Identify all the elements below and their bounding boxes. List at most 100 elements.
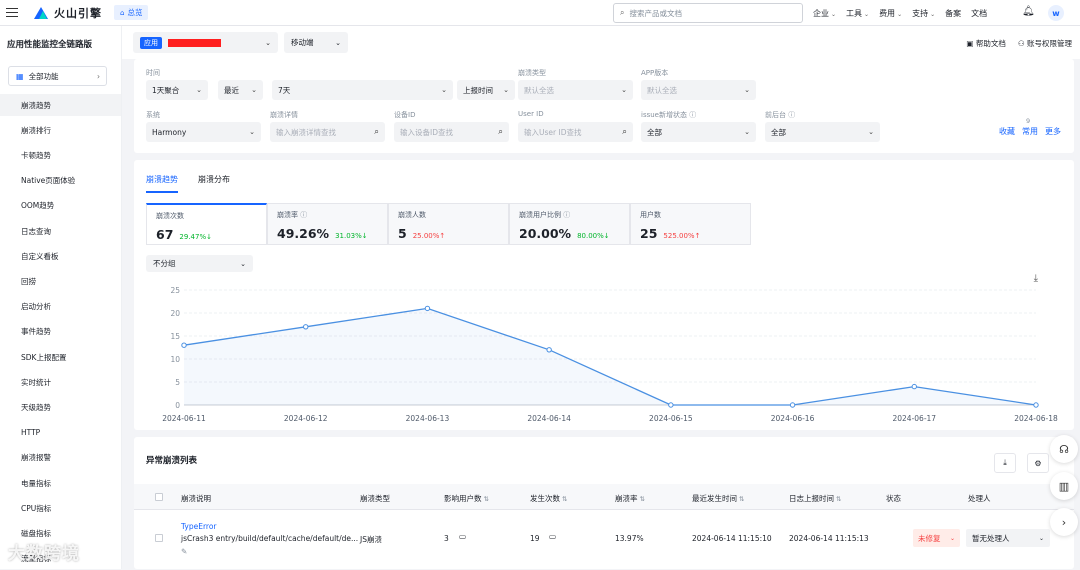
more-link[interactable]: 更多 <box>1045 126 1061 137</box>
docs-float-button[interactable]: ▥ <box>1050 472 1078 500</box>
foreground-select[interactable]: 全部 ⌄ <box>765 122 880 142</box>
data-point <box>303 324 309 330</box>
sidebar-item[interactable]: CPU指标 <box>0 497 121 519</box>
settings-button[interactable]: ⚙ <box>1027 453 1049 473</box>
x-tick-label: 2024-06-17 <box>892 414 936 423</box>
sidebar-item[interactable]: 崩溃排行 <box>0 119 121 141</box>
platform-value: 移动端 <box>291 38 314 47</box>
col-handler: 处理人 <box>968 494 991 503</box>
chevron-down-icon: ⌄ <box>831 10 837 18</box>
search-input[interactable]: ⌕ 搜索产品或文档 <box>613 3 803 23</box>
app-badge: 应用 <box>140 36 162 49</box>
chevron-down-icon: ⌄ <box>744 86 750 94</box>
menu-icon[interactable] <box>6 8 18 17</box>
bell-icon[interactable]: 🔔︎ <box>1022 6 1035 17</box>
data-point <box>181 342 187 348</box>
sidebar-item[interactable]: 启动分析 <box>0 296 121 318</box>
x-tick-label: 2024-06-16 <box>771 414 815 423</box>
aggregation-select[interactable]: 1天聚合 ⌄ <box>146 80 208 100</box>
sidebar-item[interactable]: 回捞 <box>0 270 121 292</box>
common-link[interactable]: 9 常用 <box>1022 117 1038 137</box>
collect-link[interactable]: 收藏 <box>999 126 1015 137</box>
app-version-select[interactable]: 默认全选 ⌄ <box>641 80 756 100</box>
home-tab[interactable]: ⌂ 总览 <box>114 5 149 20</box>
book-icon: ▥ <box>1058 479 1070 493</box>
col-affected-users[interactable]: 影响用户数 ⇅ <box>444 493 489 504</box>
sidebar-item[interactable]: 日志查询 <box>0 220 121 242</box>
platform-select[interactable]: 移动端 ⌄ <box>284 32 348 53</box>
app-select[interactable]: 应用 ⌄ <box>133 32 278 53</box>
col-crash-type: 崩溃类型 <box>360 494 390 503</box>
user-settings-icon: ⚇ <box>1017 39 1025 48</box>
account-permissions-link[interactable]: ⚇ 账号权限管理 <box>1018 38 1072 49</box>
y-tick-label: 25 <box>170 286 180 295</box>
crash-detail-input[interactable]: 输入崩溃详情查找 ⌕ <box>270 122 385 142</box>
col-occurrences[interactable]: 发生次数 ⇅ <box>530 493 567 504</box>
export-button[interactable]: ⤓ <box>994 453 1016 473</box>
sidebar-item[interactable]: 卡顿趋势 <box>0 144 121 166</box>
home-tab-label: 总览 <box>127 8 143 17</box>
edit-icon[interactable]: ✎ <box>181 547 187 556</box>
sidebar: 应用性能监控全链路版 ▦ 全部功能 › 崩溃趋势 崩溃排行 卡顿趋势 Native页面… <box>0 26 122 569</box>
recent-select[interactable]: 最近 ⌄ <box>218 80 263 100</box>
sort-icon: ⇅ <box>836 495 842 503</box>
issue-status-label: issue新增状态 ⓘ <box>641 111 697 119</box>
system-select[interactable]: Harmony ⌄ <box>146 122 261 142</box>
comment-icon[interactable]: ▭ <box>459 532 466 541</box>
sidebar-item[interactable]: 实时统计 <box>0 371 121 393</box>
error-type-link[interactable]: TypeError <box>181 522 217 531</box>
range-select[interactable]: 7天 ⌄ <box>272 80 453 100</box>
nav-tools[interactable]: 工具 ⌄ <box>846 8 869 19</box>
device-id-label: 设备ID <box>394 111 416 119</box>
top-nav: 企业 ⌄ 工具 ⌄ 费用 ⌄ 支持 ⌄ 备案 文档 <box>813 0 997 26</box>
foreground-label: 前后台 ⓘ <box>765 111 796 119</box>
sidebar-item[interactable]: 自定义看板 <box>0 245 121 267</box>
row-checkbox[interactable] <box>155 534 163 542</box>
col-log-time[interactable]: 日志上报时间 ⇅ <box>789 493 841 504</box>
sidebar-item[interactable]: HTTP <box>0 422 121 444</box>
crash-detail-placeholder: 输入崩溃详情查找 <box>276 127 336 137</box>
crash-list-panel: 异常崩溃列表 ⤓ ⚙ 崩溃说明 崩溃类型 影响用户数 ⇅ 发生次数 ⇅ 崩溃率 ⇅ 最… <box>134 437 1074 569</box>
help-docs-link[interactable]: ▣ 帮助文档 <box>966 38 1005 49</box>
expand-float-button[interactable]: › <box>1050 508 1078 536</box>
device-id-input[interactable]: 输入设备ID查找 ⌕ <box>394 122 509 142</box>
chevron-down-icon: ⌄ <box>335 38 341 47</box>
user-id-input[interactable]: 输入User ID查找 ⌕ <box>518 122 633 142</box>
sidebar-item[interactable]: 崩溃趋势 <box>0 94 121 116</box>
avatar[interactable]: w <box>1048 5 1064 21</box>
issue-status-select[interactable]: 全部 ⌄ <box>641 122 756 142</box>
handler-select[interactable]: 暂无处理人 ⌄ <box>966 529 1050 547</box>
foreground-value: 全部 <box>771 127 786 137</box>
crash-rate: 13.97% <box>615 534 644 543</box>
sidebar-item[interactable]: 事件趋势 <box>0 321 121 343</box>
col-crash-rate[interactable]: 崩溃率 ⇅ <box>615 493 645 504</box>
issue-status-value: 全部 <box>647 127 662 137</box>
search-placeholder: 搜索产品或文档 <box>629 8 682 18</box>
sidebar-item[interactable]: 天级趋势 <box>0 396 121 418</box>
col-last-time[interactable]: 最近发生时间 ⇅ <box>692 493 744 504</box>
status-select[interactable]: 未修复 ⌄ <box>913 529 960 547</box>
sidebar-item[interactable]: 崩溃报警 <box>0 447 121 469</box>
nav-filing[interactable]: 备案 <box>945 8 961 19</box>
nav-docs[interactable]: 文档 <box>971 8 987 19</box>
nav-billing[interactable]: 费用 ⌄ <box>879 8 902 19</box>
select-all-checkbox[interactable] <box>155 493 163 501</box>
sidebar-item[interactable]: Native页面体验 <box>0 170 121 192</box>
all-functions-button[interactable]: ▦ 全部功能 › <box>8 66 107 86</box>
crash-type-select[interactable]: 默认全选 ⌄ <box>518 80 633 100</box>
brand-logo[interactable]: 火山引擎 <box>34 5 102 21</box>
report-time-select[interactable]: 上报时间 ⌄ <box>457 80 515 100</box>
sidebar-item[interactable]: SDK上报配置 <box>0 346 121 368</box>
nav-support[interactable]: 支持 ⌄ <box>912 8 935 19</box>
feedback-float-button[interactable]: ☊ <box>1050 435 1078 463</box>
chevron-right-icon: › <box>1061 515 1067 529</box>
table-header: 崩溃说明 崩溃类型 影响用户数 ⇅ 发生次数 ⇅ 崩溃率 ⇅ 最近发生时间 ⇅ 日志上报… <box>134 484 1074 510</box>
log-report-time: 2024-06-14 11:15:13 <box>789 534 869 543</box>
help-icon: ⓘ <box>788 111 796 119</box>
sidebar-item[interactable]: 电量指标 <box>0 472 121 494</box>
search-icon: ⌕ <box>620 8 625 17</box>
nav-enterprise[interactable]: 企业 ⌄ <box>813 8 836 19</box>
comment-icon[interactable]: ▭ <box>549 532 556 541</box>
sidebar-item[interactable]: OOM趋势 <box>0 195 121 217</box>
aggregation-value: 1天聚合 <box>152 85 180 95</box>
